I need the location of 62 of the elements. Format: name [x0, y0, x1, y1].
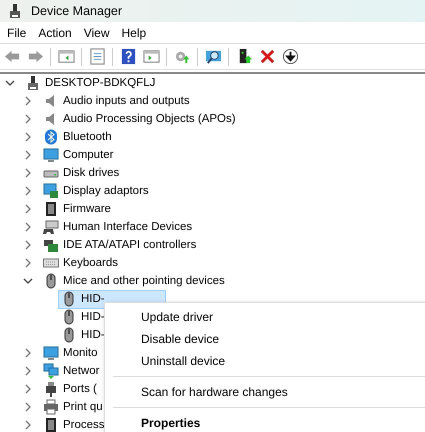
- display-adapter-icon: [43, 183, 59, 199]
- tree-item[interactable]: Process: [40, 416, 108, 432]
- tree-item-label: Computer: [63, 149, 114, 161]
- tree-item[interactable]: Mice and other pointing devices: [40, 272, 228, 290]
- disable-button[interactable]: [280, 46, 300, 66]
- tree-item-label: Mice and other pointing devices: [63, 275, 225, 287]
- tree-item[interactable]: Audio inputs and outputs: [40, 92, 193, 110]
- menu-item[interactable]: Update driver: [105, 306, 425, 328]
- tree-item[interactable]: Print qu: [40, 398, 106, 416]
- menu-item[interactable]: Action: [33, 24, 77, 42]
- printer-icon: [43, 399, 59, 415]
- computer-icon: [7, 3, 23, 19]
- tree-item[interactable]: Display adaptors: [40, 182, 152, 200]
- chip-icon: [43, 201, 59, 217]
- tree-item-label: DESKTOP-BDKQFLJ: [45, 77, 156, 89]
- tree-item[interactable]: Ports (: [40, 380, 100, 398]
- tree-item[interactable]: Firmware: [40, 200, 114, 218]
- tree-item[interactable]: HID-: [58, 308, 108, 326]
- monitor-icon: [43, 345, 59, 361]
- port-icon: [43, 381, 59, 397]
- tree-item-label: Human Interface Devices: [63, 221, 192, 233]
- menu-item[interactable]: Disable device: [105, 328, 425, 350]
- tree-item-label: Keyboards: [63, 257, 118, 269]
- menu-item[interactable]: File: [2, 24, 32, 42]
- monitor-icon: [43, 147, 59, 163]
- tree-item-label: HID-: [81, 311, 105, 323]
- chip-icon: [43, 417, 59, 432]
- tree-item-label: IDE ATA/ATAPI controllers: [63, 239, 196, 251]
- tree-item-label: HID-: [81, 293, 105, 305]
- tree-item-label: Ports (: [63, 383, 97, 395]
- menu-item[interactable]: Uninstall device: [105, 350, 425, 372]
- tree-item-label: Bluetooth: [63, 131, 112, 143]
- tree-item-label: Disk drives: [63, 167, 120, 179]
- tree-item[interactable]: IDE ATA/ATAPI controllers: [40, 236, 200, 254]
- window-title: Device Manager: [31, 4, 122, 18]
- tree-item-label: Display adaptors: [63, 185, 149, 197]
- tree-item[interactable]: Bluetooth: [40, 128, 115, 146]
- tree-item[interactable]: DESKTOP-BDKQFLJ: [22, 74, 158, 92]
- tree-item[interactable]: Audio Processing Objects (APOs): [40, 110, 239, 128]
- tree-item-label: Audio inputs and outputs: [63, 95, 190, 107]
- computer-icon: [25, 75, 41, 91]
- tree-item-label: HID-: [81, 329, 105, 341]
- tree-item-label: Firmware: [63, 203, 111, 215]
- menu-item[interactable]: Help: [116, 24, 152, 42]
- network-icon: [43, 363, 59, 379]
- tree-item[interactable]: Keyboards: [40, 254, 121, 272]
- tree-item[interactable]: HID-: [58, 326, 108, 344]
- tree-item[interactable]: Disk drives: [40, 164, 122, 182]
- controller-card-icon: [43, 237, 59, 253]
- tree-item[interactable]: Human Interface Devices: [40, 218, 196, 236]
- tree-item-label: Process: [63, 419, 105, 431]
- bluetooth-icon: [43, 129, 59, 145]
- tree-item[interactable]: Monito: [40, 344, 101, 362]
- tree-item-label: Networ: [63, 365, 100, 377]
- tree-item-label: Print qu: [63, 401, 103, 413]
- tree-item[interactable]: Networ: [40, 362, 102, 380]
- menu-item[interactable]: Properties: [105, 412, 425, 432]
- menu-item[interactable]: View: [78, 24, 114, 42]
- tree-item-label: Monito: [63, 347, 98, 359]
- tree-item[interactable]: Computer: [40, 146, 116, 164]
- menu-item[interactable]: Scan for hardware changes: [105, 381, 425, 403]
- tree-item-label: Audio Processing Objects (APOs): [63, 113, 236, 125]
